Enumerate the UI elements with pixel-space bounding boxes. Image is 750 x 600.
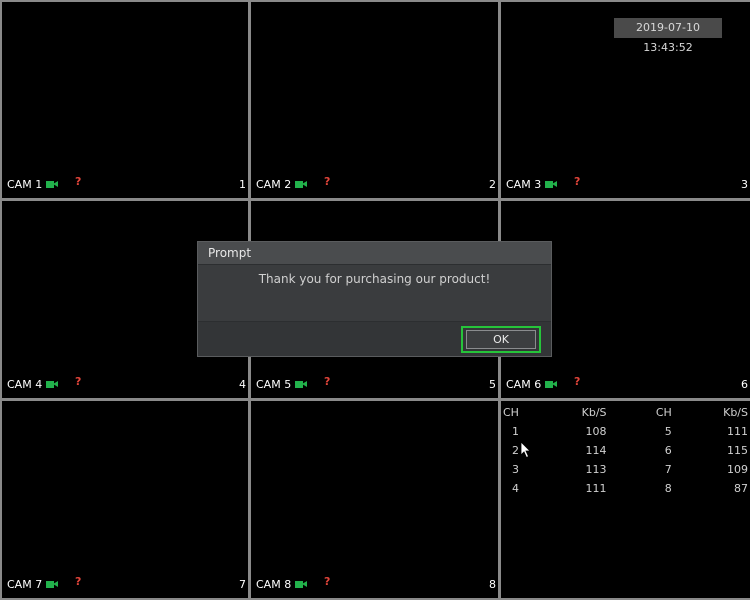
ok-button[interactable]: OK bbox=[466, 330, 536, 349]
video-camera-icon bbox=[295, 580, 308, 589]
bitrate-header-row: CH Kb/S CH Kb/S bbox=[501, 403, 750, 422]
channel-number: 5 bbox=[489, 378, 496, 391]
bitrate-cell: 108 bbox=[585, 425, 607, 438]
channel-cell: 7 bbox=[664, 463, 672, 476]
bitrate-cell: 111 bbox=[727, 425, 748, 438]
question-mark-icon: ? bbox=[324, 375, 331, 388]
channel-cell: 4 bbox=[512, 482, 519, 495]
question-mark-icon: ? bbox=[574, 175, 581, 188]
channel-cell: 5 bbox=[664, 425, 672, 438]
table-row: 2 114 6 115 bbox=[501, 441, 750, 460]
bitrate-cell: 114 bbox=[585, 444, 607, 457]
camera-tile-1[interactable]: CAM 1 ? 1 bbox=[2, 2, 248, 198]
video-camera-icon bbox=[46, 580, 59, 589]
camera-label: CAM 1 bbox=[7, 178, 59, 191]
camera-tile-7[interactable]: CAM 7 ? 7 bbox=[2, 401, 248, 598]
camera-label: CAM 5 bbox=[256, 378, 308, 391]
question-mark-icon: ? bbox=[75, 175, 82, 188]
camera-label: CAM 4 bbox=[7, 378, 59, 391]
video-camera-icon bbox=[295, 180, 308, 189]
bitrate-cell: 87 bbox=[734, 482, 748, 495]
question-mark-icon: ? bbox=[75, 375, 82, 388]
column-header: Kb/S bbox=[581, 406, 607, 419]
channel-number: 3 bbox=[741, 178, 748, 191]
question-mark-icon: ? bbox=[324, 175, 331, 188]
channel-cell: 1 bbox=[512, 425, 519, 438]
timestamp-display: 2019-07-10 13:43:52 bbox=[614, 18, 722, 54]
column-header: CH bbox=[655, 406, 672, 419]
dialog-message: Thank you for purchasing our product! bbox=[258, 272, 491, 286]
dialog-title: Prompt bbox=[198, 242, 551, 265]
channel-cell: 6 bbox=[664, 444, 672, 457]
channel-number: 2 bbox=[489, 178, 496, 191]
bitrate-cell: 115 bbox=[727, 444, 748, 457]
channel-number: 8 bbox=[489, 578, 496, 591]
prompt-dialog: Prompt Thank you for purchasing our prod… bbox=[197, 241, 552, 357]
table-row: 1 108 5 111 bbox=[501, 422, 750, 441]
camera-label: CAM 7 bbox=[7, 578, 59, 591]
video-camera-icon bbox=[295, 380, 308, 389]
camera-tile-2[interactable]: CAM 2 ? 2 bbox=[251, 2, 498, 198]
channel-number: 4 bbox=[239, 378, 246, 391]
camera-tile-8[interactable]: CAM 8 ? 8 bbox=[251, 401, 498, 598]
question-mark-icon: ? bbox=[574, 375, 581, 388]
channel-number: 7 bbox=[239, 578, 246, 591]
question-mark-icon: ? bbox=[75, 575, 82, 588]
table-row: 4 111 8 87 bbox=[501, 479, 750, 498]
ok-button-focus-ring: OK bbox=[461, 326, 541, 353]
column-header: CH bbox=[503, 406, 519, 419]
camera-label: CAM 3 bbox=[506, 178, 558, 191]
table-row: 3 113 7 109 bbox=[501, 460, 750, 479]
video-camera-icon bbox=[46, 180, 59, 189]
mouse-pointer-icon bbox=[520, 441, 531, 459]
dialog-footer: OK bbox=[198, 321, 551, 356]
channel-number: 1 bbox=[239, 178, 246, 191]
bitrate-cell: 113 bbox=[585, 463, 607, 476]
video-camera-icon bbox=[545, 380, 558, 389]
channel-cell: 8 bbox=[664, 482, 672, 495]
video-camera-icon bbox=[46, 380, 59, 389]
camera-label: CAM 6 bbox=[506, 378, 558, 391]
column-header: Kb/S bbox=[723, 406, 748, 419]
bitrate-cell: 111 bbox=[585, 482, 607, 495]
video-camera-icon bbox=[545, 180, 558, 189]
channel-cell: 3 bbox=[512, 463, 519, 476]
bitrate-cell: 109 bbox=[727, 463, 748, 476]
camera-label: CAM 2 bbox=[256, 178, 308, 191]
bitrate-table: CH Kb/S CH Kb/S 1 108 5 111 2 114 6 115 … bbox=[501, 401, 750, 598]
question-mark-icon: ? bbox=[324, 575, 331, 588]
channel-number: 6 bbox=[741, 378, 748, 391]
camera-label: CAM 8 bbox=[256, 578, 308, 591]
